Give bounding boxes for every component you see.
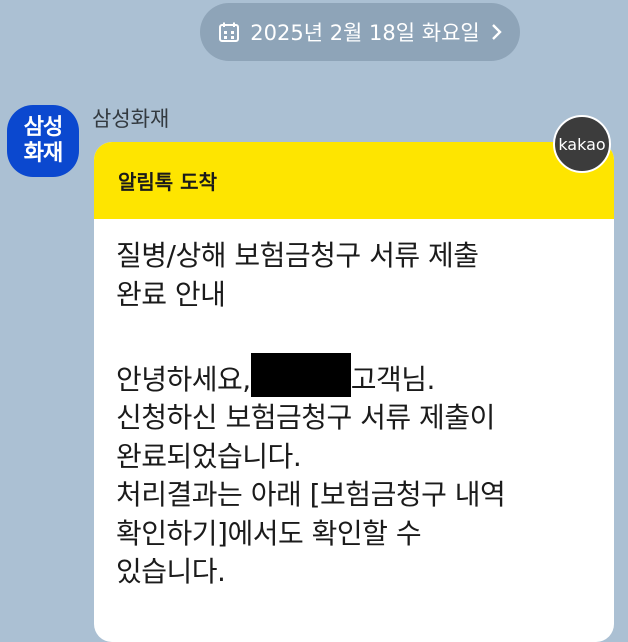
message-header: 알림톡 도착 xyxy=(94,142,614,219)
sender-name: 삼성화재 xyxy=(92,107,170,131)
greeting-suffix: 고객님. xyxy=(350,362,436,396)
sender-avatar[interactable]: 삼성 화재 xyxy=(7,105,79,177)
calendar-icon xyxy=(218,21,240,43)
date-divider-pill[interactable]: 2025년 2월 18일 화요일 xyxy=(200,3,520,61)
message-card: 알림톡 도착 질병/상해 보험금청구 서류 제출 완료 안내 안녕하세요, 고객님… xyxy=(94,142,614,642)
message-body-line: 있습니다. xyxy=(116,555,226,588)
redacted-name xyxy=(250,352,351,397)
message-body: 질병/상해 보험금청구 서류 제출 완료 안내 안녕하세요, 고객님. 신청하신 … xyxy=(94,219,614,592)
avatar-line-1: 삼성 xyxy=(23,115,63,140)
greeting-line: 안녕하세요, 고객님. xyxy=(116,352,592,400)
chevron-right-icon xyxy=(490,23,502,41)
message-body-line: 완료되었습니다. xyxy=(116,439,302,473)
avatar-line-2: 화재 xyxy=(23,141,63,166)
message-body-line: 신청하신 보험금청구 서류 제출이 xyxy=(116,401,495,434)
date-text: 2025년 2월 18일 화요일 xyxy=(250,21,480,45)
message-body-line: 확인하기]에서도 확인할 수 xyxy=(116,516,422,550)
message-title-line: 완료 안내 xyxy=(116,277,226,311)
message-title-line: 질병/상해 보험금청구 서류 제출 xyxy=(116,239,479,272)
message-header-title: 알림톡 도착 xyxy=(118,170,217,194)
message-body-line: 처리결과는 아래 [보험금청구 내역 xyxy=(116,478,506,511)
kakao-badge: kakao xyxy=(553,115,611,173)
greeting-prefix: 안녕하세요, xyxy=(116,362,251,396)
